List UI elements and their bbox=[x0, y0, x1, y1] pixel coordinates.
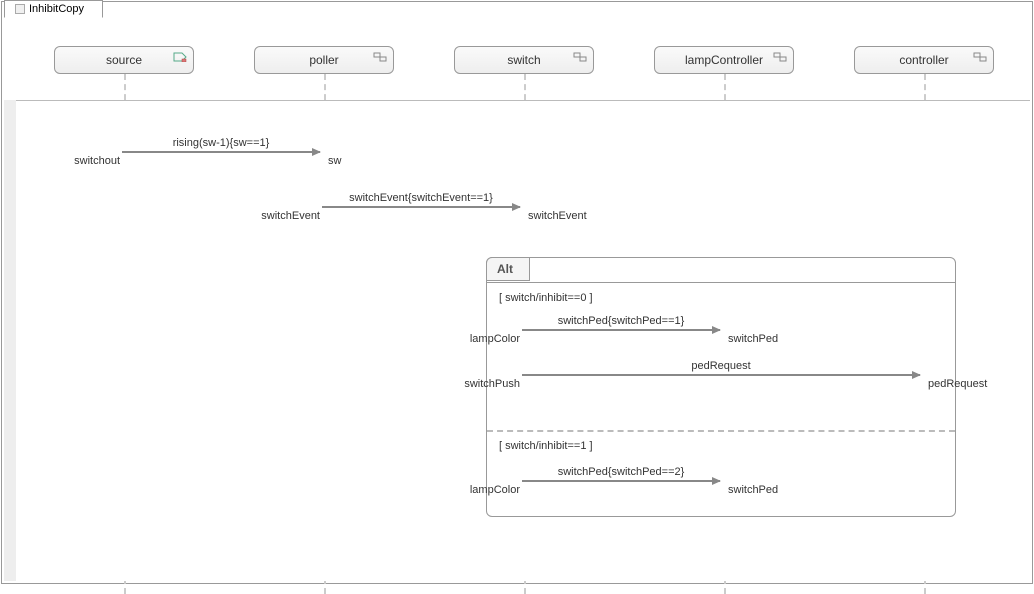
lifeline-header-controller[interactable]: controller bbox=[854, 46, 994, 74]
lifeline-label: controller bbox=[899, 53, 948, 67]
alt-header-divider bbox=[487, 282, 955, 283]
alt-guard: [ switch/inhibit==1 ] bbox=[499, 440, 593, 452]
block-icon bbox=[573, 51, 587, 61]
lifeline-label: switch bbox=[507, 53, 540, 67]
msg-from-label: switchout bbox=[46, 155, 120, 167]
msg-to-label: sw bbox=[328, 155, 341, 167]
alt-guard: [ switch/inhibit==0 ] bbox=[499, 292, 593, 304]
message-label: switchPed{switchPed==1} bbox=[558, 315, 685, 327]
block-icon bbox=[973, 51, 987, 61]
message-label: switchEvent{switchEvent==1} bbox=[349, 192, 493, 204]
tab-label: InhibitCopy bbox=[29, 3, 84, 15]
message-arrow[interactable] bbox=[522, 374, 920, 376]
message-label: pedRequest bbox=[691, 360, 750, 372]
message-arrow[interactable] bbox=[122, 151, 320, 153]
lifeline-label: poller bbox=[309, 53, 338, 67]
alt-operator-label: Alt bbox=[486, 257, 530, 281]
message-label: switchPed{switchPed==2} bbox=[558, 466, 685, 478]
block-icon bbox=[773, 51, 787, 61]
alt-operand-divider bbox=[487, 430, 955, 432]
interaction-area: switchout rising(sw-1){sw==1} sw switchE… bbox=[16, 100, 1030, 581]
msg-to-label: switchPed bbox=[728, 484, 778, 496]
lifeline-header-source[interactable]: source bbox=[54, 46, 194, 74]
msg-to-label: switchPed bbox=[728, 333, 778, 345]
message-label: rising(sw-1){sw==1} bbox=[173, 137, 270, 149]
block-icon bbox=[373, 51, 387, 61]
message-arrow[interactable] bbox=[522, 480, 720, 482]
msg-to-label: pedRequest bbox=[928, 378, 987, 390]
tab-inhibitcopy[interactable]: InhibitCopy bbox=[4, 0, 103, 18]
gutter bbox=[4, 100, 16, 581]
msg-from-label: lampColor bbox=[456, 484, 520, 496]
message-arrow[interactable] bbox=[522, 329, 720, 331]
msg-from-label: switchEvent bbox=[246, 210, 320, 222]
lifeline-label: lampController bbox=[685, 53, 763, 67]
lifeline-header-poller[interactable]: poller bbox=[254, 46, 394, 74]
message-arrow[interactable] bbox=[322, 206, 520, 208]
alt-fragment[interactable]: Alt [ switch/inhibit==0 ] [ switch/inhib… bbox=[486, 257, 956, 517]
lifeline-header-switch[interactable]: switch bbox=[454, 46, 594, 74]
input-icon bbox=[173, 51, 187, 61]
msg-to-label: switchEvent bbox=[528, 210, 587, 222]
msg-from-label: switchPush bbox=[452, 378, 520, 390]
lifeline-label: source bbox=[106, 53, 142, 67]
msg-from-label: lampColor bbox=[456, 333, 520, 345]
lifeline-header-lampcontroller[interactable]: lampController bbox=[654, 46, 794, 74]
